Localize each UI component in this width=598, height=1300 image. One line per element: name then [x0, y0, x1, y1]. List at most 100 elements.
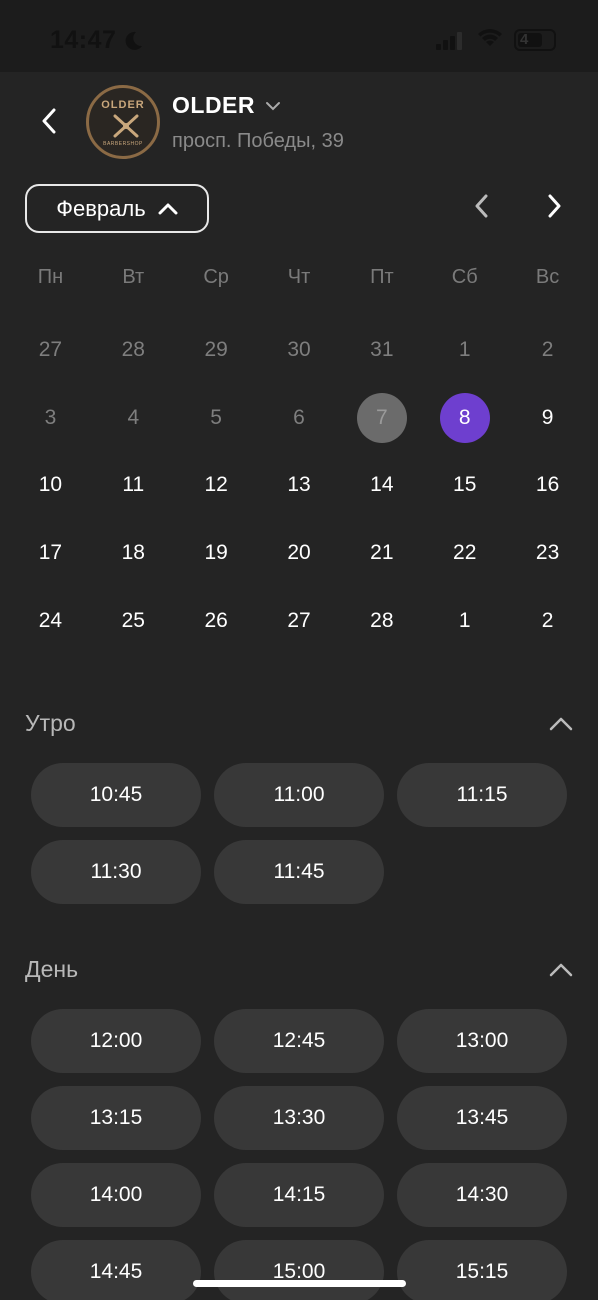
calendar-day-selected[interactable]: 8 — [423, 384, 506, 452]
shop-selector[interactable]: OLDER — [172, 92, 281, 119]
calendar-day[interactable]: 31 — [340, 316, 423, 384]
calendar-day[interactable]: 5 — [175, 384, 258, 452]
time-slot-button[interactable]: 10:45 — [31, 763, 201, 827]
calendar-day[interactable]: 14 — [340, 451, 423, 519]
prev-month-button[interactable] — [474, 194, 488, 223]
calendar-day[interactable]: 29 — [175, 316, 258, 384]
day-section-header[interactable]: День — [25, 956, 573, 983]
back-button[interactable] — [34, 104, 64, 138]
calendar-day-number: 16 — [535, 473, 560, 497]
calendar-day[interactable]: 20 — [258, 519, 341, 587]
time-slot-button[interactable]: 11:00 — [214, 763, 384, 827]
calendar-day[interactable]: 12 — [175, 451, 258, 519]
calendar-day[interactable]: 27 — [9, 316, 92, 384]
calendar-day[interactable]: 3 — [9, 384, 92, 452]
time-slot-button[interactable]: 12:00 — [31, 1009, 201, 1073]
status-bar: 14:47 4 — [0, 0, 598, 72]
time-slot-button[interactable]: 12:45 — [214, 1009, 384, 1073]
calendar-day-number: 1 — [458, 608, 471, 632]
calendar-day[interactable]: 2 — [506, 316, 589, 384]
month-selector-button[interactable]: Февраль — [25, 184, 209, 233]
calendar-day-number: 13 — [287, 473, 311, 497]
calendar-day[interactable]: 23 — [506, 519, 589, 587]
calendar-day-number: 23 — [535, 540, 560, 564]
weekday-label: Вс — [535, 266, 560, 288]
calendar-day-number: 10 — [38, 473, 63, 497]
day-slots: 12:00 12:45 13:00 13:15 13:30 13:45 14:00 14:15… — [31, 1009, 569, 1300]
calendar-day[interactable]: 21 — [340, 519, 423, 587]
calendar-day-number: 14 — [370, 473, 394, 497]
calendar-day-number: 12 — [204, 473, 228, 497]
weekday-label: Ср — [203, 266, 229, 288]
morning-slots: 10:45 11:00 11:15 11:30 11:45 — [31, 763, 569, 904]
calendar-day-number: 2 — [541, 608, 554, 632]
calendar-day-number: 6 — [293, 405, 305, 429]
calendar-day[interactable]: 26 — [175, 587, 258, 655]
time-slot-button[interactable]: 14:30 — [397, 1163, 567, 1227]
calendar-day-number: 27 — [287, 608, 311, 632]
time-slot-button[interactable]: 13:45 — [397, 1086, 567, 1150]
calendar-day[interactable]: 16 — [506, 451, 589, 519]
calendar-day[interactable]: 11 — [92, 451, 175, 519]
moon-icon — [125, 31, 142, 50]
calendar-grid: 27 28 29 30 31 1 2 3 4 5 6 7 8 9 10 11 12 13 14 15 16 17 18 19 2… — [9, 316, 589, 654]
calendar-day[interactable]: 27 — [258, 587, 341, 655]
calendar-day[interactable]: 17 — [9, 519, 92, 587]
month-label: Февраль — [56, 195, 146, 221]
home-indicator — [193, 1280, 406, 1287]
time-slot-button[interactable]: 15:00 — [214, 1240, 384, 1300]
calendar-day[interactable]: 25 — [92, 587, 175, 655]
calendar-day[interactable]: 28 — [340, 587, 423, 655]
calendar-day-number: 18 — [121, 540, 145, 564]
calendar-day[interactable]: 10 — [9, 451, 92, 519]
calendar-day-number: 26 — [204, 608, 228, 632]
calendar-day[interactable]: 1 — [423, 587, 506, 655]
calendar-day[interactable]: 24 — [9, 587, 92, 655]
weekday-header: Пн Вт Ср Чт Пт Сб Вс — [9, 266, 589, 289]
calendar-day-number: 24 — [38, 608, 63, 632]
time-slot-button[interactable]: 14:45 — [31, 1240, 201, 1300]
calendar-day[interactable]: 15 — [423, 451, 506, 519]
calendar-day[interactable]: 1 — [423, 316, 506, 384]
calendar-day[interactable]: 6 — [258, 384, 341, 452]
calendar-day[interactable]: 30 — [258, 316, 341, 384]
chevron-up-icon — [158, 203, 178, 214]
morning-section-header[interactable]: Утро — [25, 710, 573, 737]
calendar-day-number: 9 — [541, 405, 554, 429]
calendar-day-today[interactable]: 7 — [340, 384, 423, 452]
scissors-icon — [113, 114, 139, 138]
calendar-day[interactable]: 13 — [258, 451, 341, 519]
time-slot-button[interactable]: 14:00 — [31, 1163, 201, 1227]
calendar-day-number: 21 — [370, 540, 394, 564]
time-slot-button[interactable]: 11:30 — [31, 840, 201, 904]
time-slot-button[interactable]: 13:00 — [397, 1009, 567, 1073]
time-slot-button[interactable]: 14:15 — [214, 1163, 384, 1227]
time-slot-button[interactable]: 13:15 — [31, 1086, 201, 1150]
calendar-day-number: 11 — [122, 473, 145, 497]
calendar-day-number: 31 — [370, 337, 394, 361]
calendar-day-number: 17 — [38, 540, 63, 564]
weekday-label: Пт — [370, 266, 394, 288]
calendar-day-number: 28 — [121, 337, 145, 361]
morning-title: Утро — [25, 710, 76, 736]
chevron-up-icon — [549, 963, 573, 976]
weekday-label: Чт — [287, 266, 311, 288]
calendar-day-number: 3 — [44, 405, 57, 429]
calendar-day[interactable]: 19 — [175, 519, 258, 587]
time-slot-button[interactable]: 11:15 — [397, 763, 567, 827]
calendar-day[interactable]: 4 — [92, 384, 175, 452]
time-slot-button[interactable]: 13:30 — [214, 1086, 384, 1150]
calendar-day[interactable]: 22 — [423, 519, 506, 587]
weekday-label: Вт — [122, 266, 145, 288]
calendar-day-number: 27 — [38, 337, 63, 361]
calendar-day[interactable]: 18 — [92, 519, 175, 587]
calendar-day-number: 8 — [439, 392, 490, 443]
calendar-day[interactable]: 9 — [506, 384, 589, 452]
time-slot-button[interactable]: 15:15 — [397, 1240, 567, 1300]
calendar-day[interactable]: 2 — [506, 587, 589, 655]
calendar-day-number: 1 — [458, 337, 471, 361]
calendar-day-number: 7 — [356, 392, 407, 443]
next-month-button[interactable] — [548, 194, 562, 223]
calendar-day[interactable]: 28 — [92, 316, 175, 384]
time-slot-button[interactable]: 11:45 — [214, 840, 384, 904]
